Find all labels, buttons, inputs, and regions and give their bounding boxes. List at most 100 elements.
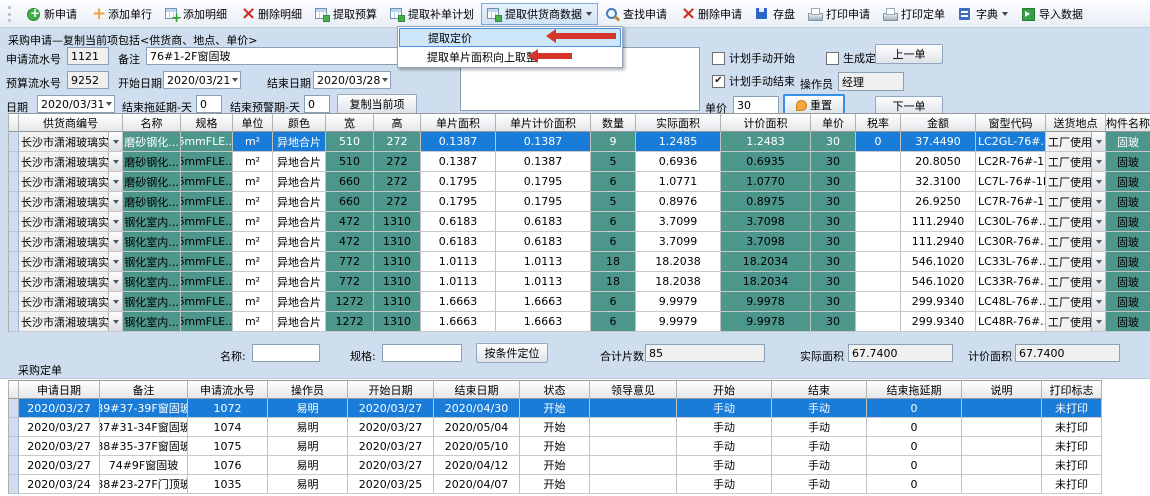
grid-cell[interactable]: 6mmFLE... <box>181 292 233 312</box>
warn-days-input[interactable] <box>304 95 330 113</box>
date-picker[interactable]: 2020/03/31 <box>37 95 115 113</box>
grid-cell[interactable]: 磨砂钢化... <box>123 172 181 192</box>
grid-cell[interactable] <box>590 437 677 456</box>
grid-cell[interactable]: 固玻 <box>1106 192 1150 212</box>
grid-cell[interactable]: 2020/05/04 <box>434 418 520 437</box>
grid-cell[interactable]: LC2GL-76#... <box>976 132 1046 152</box>
grid-cell[interactable]: 工厂使用 <box>1046 212 1106 232</box>
grid-cell[interactable]: 272 <box>374 172 421 192</box>
grid-cell[interactable] <box>856 292 901 312</box>
grid-cell[interactable]: 1310 <box>374 252 421 272</box>
column-header[interactable]: 打印标志 <box>1042 380 1102 399</box>
grid-cell[interactable]: LC48R-76#... <box>976 312 1046 332</box>
grid-row[interactable]: 长沙市潇湘玻璃实...钢化室内...6mmFLE...m²异地合片4721310… <box>9 212 1150 232</box>
dropdown-arrow-icon[interactable] <box>108 192 122 211</box>
grid-cell[interactable]: 2020/03/25 <box>348 475 434 494</box>
grid-cell[interactable]: 0.6183 <box>496 232 591 252</box>
grid-cell[interactable]: 未打印 <box>1042 418 1102 437</box>
column-header[interactable]: 申请日期 <box>19 380 100 399</box>
grid-cell[interactable]: 2020/03/24 <box>19 475 100 494</box>
grid-cell[interactable]: LC48L-76#... <box>976 292 1046 312</box>
grid-cell[interactable]: 长沙市潇湘玻璃实... <box>19 252 123 272</box>
grid-cell[interactable]: 3.7099 <box>636 212 721 232</box>
grid-cell[interactable]: m² <box>233 192 273 212</box>
manual-end-checkbox[interactable]: ✔ 计划手动结束 <box>712 73 795 89</box>
grid-cell[interactable]: 磨砂钢化... <box>123 132 181 152</box>
column-header[interactable]: 操作员 <box>268 380 348 399</box>
dropdown-arrow-icon[interactable] <box>1091 312 1105 331</box>
toolbar-button[interactable]: 查找申请 <box>599 3 673 25</box>
grid-cell[interactable]: 未打印 <box>1042 399 1102 418</box>
grid-cell[interactable]: 472 <box>326 212 374 232</box>
grid-cell[interactable]: 异地合片 <box>273 132 326 152</box>
grid-cell[interactable]: 6mmFLE... <box>181 212 233 232</box>
grid-cell[interactable]: 易明 <box>268 437 348 456</box>
grid-cell[interactable]: 1310 <box>374 272 421 292</box>
operator-field[interactable]: 经理 <box>838 72 904 91</box>
grid-cell[interactable]: 272 <box>374 192 421 212</box>
toolbar-button[interactable]: 删除申请 <box>674 3 748 25</box>
column-header[interactable]: 构件名称 <box>1106 113 1150 132</box>
grid-cell[interactable]: 易明 <box>268 456 348 475</box>
grid-cell[interactable]: 1.6663 <box>496 292 591 312</box>
row-indicator[interactable] <box>9 172 19 192</box>
grid-cell[interactable]: 长沙市潇湘玻璃实... <box>19 232 123 252</box>
row-indicator[interactable] <box>9 212 19 232</box>
grid-cell[interactable]: 2020/04/07 <box>434 475 520 494</box>
toolbar-button[interactable]: 打印定单 <box>877 3 951 25</box>
grid-cell[interactable]: 异地合片 <box>273 152 326 172</box>
grid-cell[interactable]: 30 <box>811 172 856 192</box>
grid-cell[interactable]: 磨砂钢化... <box>123 192 181 212</box>
grid-cell[interactable]: 0.6183 <box>496 212 591 232</box>
grid-cell[interactable] <box>856 272 901 292</box>
grid-row[interactable]: 长沙市潇湘玻璃实...钢化室内...6mmFLE...m²异地合片1272131… <box>9 312 1150 332</box>
dropdown-arrow-icon[interactable] <box>1091 272 1105 291</box>
grid-row[interactable]: 2020/03/2488#23-27F门顶玻1035易明2020/03/2520… <box>9 475 1102 494</box>
column-header[interactable]: 高 <box>374 113 421 132</box>
grid-cell[interactable]: 钢化室内... <box>123 232 181 252</box>
grid-row[interactable]: 长沙市潇湘玻璃实...钢化室内...6mmFLE...m²异地合片7721310… <box>9 272 1150 292</box>
grid-cell[interactable]: 1272 <box>326 312 374 332</box>
grid-cell[interactable]: m² <box>233 252 273 272</box>
grid-cell[interactable]: 固玻 <box>1106 232 1150 252</box>
grid-cell[interactable] <box>856 172 901 192</box>
grid-cell[interactable]: 9.9979 <box>636 292 721 312</box>
row-indicator[interactable] <box>9 132 19 152</box>
grid-cell[interactable]: 9.9978 <box>721 292 811 312</box>
grid-cell[interactable]: 开始 <box>520 456 590 475</box>
grid-cell[interactable]: 0.1387 <box>496 132 591 152</box>
grid-cell[interactable]: 固玻 <box>1106 252 1150 272</box>
grid-cell[interactable]: 0.1795 <box>496 192 591 212</box>
toolbar-button[interactable]: 提取预算 <box>309 3 383 25</box>
grid-cell[interactable]: 30 <box>811 312 856 332</box>
toolbar-button[interactable]: 导入数据 <box>1015 3 1089 25</box>
grid-cell[interactable]: 272 <box>374 132 421 152</box>
grid-cell[interactable]: 272 <box>374 152 421 172</box>
copy-current-button[interactable]: 复制当前项 <box>337 94 417 114</box>
grid-cell[interactable]: 1310 <box>374 312 421 332</box>
chevron-down-icon[interactable] <box>104 96 114 112</box>
grid-cell[interactable]: 1.6663 <box>421 292 496 312</box>
grid-cell[interactable]: 0.1795 <box>496 172 591 192</box>
menu-item[interactable]: 提取单片面积向上取整 <box>399 47 621 66</box>
grid-cell[interactable]: LC7R-76#-1FO <box>976 192 1046 212</box>
dropdown-arrow-icon[interactable] <box>108 312 122 331</box>
grid-cell[interactable]: 异地合片 <box>273 212 326 232</box>
grid-cell[interactable]: 1.0113 <box>496 272 591 292</box>
grid-cell[interactable]: 1310 <box>374 292 421 312</box>
grid-cell[interactable]: 1.0770 <box>721 172 811 192</box>
grid-cell[interactable]: 0 <box>867 437 962 456</box>
grid-cell[interactable]: 18.2034 <box>721 272 811 292</box>
grid-cell[interactable]: 异地合片 <box>273 292 326 312</box>
column-header[interactable]: 颜色 <box>273 113 326 132</box>
grid-cell[interactable]: m² <box>233 152 273 172</box>
grid-cell[interactable]: 长沙市潇湘玻璃实... <box>19 132 123 152</box>
grid-cell[interactable]: 异地合片 <box>273 252 326 272</box>
column-header[interactable]: 金额 <box>901 113 976 132</box>
grid-cell[interactable]: 30 <box>811 132 856 152</box>
row-indicator[interactable] <box>9 437 19 456</box>
column-header[interactable]: 结束拖延期 <box>867 380 962 399</box>
row-indicator[interactable] <box>9 475 19 494</box>
grid-cell[interactable]: 6 <box>591 172 636 192</box>
grid-cell[interactable]: 18 <box>591 252 636 272</box>
